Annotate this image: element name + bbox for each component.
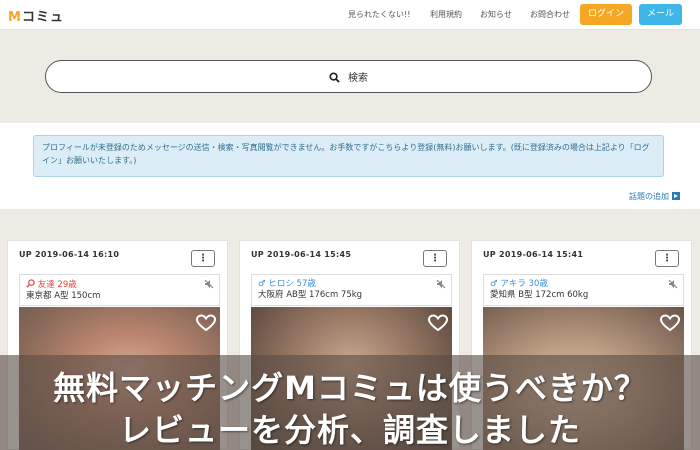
heart-icon[interactable] [660, 314, 680, 332]
banner-title-line1: 無料マッチングMコミュは使うべきか？ [53, 369, 647, 407]
profile-name: ヒロシ 57歳 [268, 279, 316, 289]
card-date: UP 2019-06-14 16:10 [19, 250, 120, 259]
search-bar[interactable]: 検索 [45, 60, 652, 93]
nav-link-contact[interactable]: お問合わせ [530, 9, 570, 20]
profile-name: 友達 29歳 [37, 280, 77, 290]
profile-summary[interactable]: ♂ アキラ 30歳 愛知県 B型 172cm 60kg [483, 274, 684, 306]
heart-icon[interactable] [428, 314, 448, 332]
profile-detail: 東京都 A型 150cm [26, 291, 101, 301]
profile-name-row: ♂ ヒロシ 57歳 [258, 279, 445, 290]
nav-link-private[interactable]: 見られたくない!! [348, 9, 410, 20]
profile-name: アキラ 30歳 [500, 279, 548, 289]
search-label: 検索 [348, 73, 368, 84]
male-icon: ♂ [490, 279, 498, 289]
logo-m: M [8, 10, 22, 25]
profile-summary[interactable]: ♂ ヒロシ 57歳 大阪府 AB型 176cm 75kg [251, 274, 452, 306]
main-content: プロフィールが未登録のためメッセージの送信・検索・写真閲覧ができません。お手数で… [0, 123, 700, 209]
arrow-right-icon [672, 192, 680, 200]
site-header: Mコミュ 見られたくない!! 利用規約 お知らせ お問合わせ ログイン メール [0, 0, 700, 30]
login-button[interactable]: ログイン [580, 4, 632, 25]
mute-icon[interactable] [436, 279, 446, 289]
card-date: UP 2019-06-14 15:41 [483, 250, 584, 259]
banner-title-line2: レビューを分析、調査しました [118, 411, 581, 449]
logo-text: コミュ [21, 10, 64, 25]
heart-icon[interactable] [196, 314, 216, 332]
nav-link-terms[interactable]: 利用規約 [430, 9, 462, 20]
mail-button[interactable]: メール [639, 4, 682, 25]
nav-link-news[interactable]: お知らせ [480, 9, 512, 20]
card-menu-button[interactable]: ⋮ [191, 250, 215, 267]
title-banner: 無料マッチングMコミュは使うべきか？ レビューを分析、調査しました [0, 355, 700, 450]
site-logo[interactable]: Mコミュ [8, 6, 64, 25]
profile-name-row: 友達 29歳 [26, 279, 213, 291]
card-date: UP 2019-06-14 15:45 [251, 250, 352, 259]
search-heart-icon [26, 279, 35, 288]
card-menu-button[interactable]: ⋮ [655, 250, 679, 267]
add-topic-link[interactable]: 話題の追加 [629, 191, 680, 202]
registration-notice: プロフィールが未登録のためメッセージの送信・検索・写真閲覧ができません。お手数で… [33, 135, 664, 177]
mute-icon[interactable] [668, 279, 678, 289]
profile-name-row: ♂ アキラ 30歳 [490, 279, 677, 290]
profile-detail: 愛知県 B型 172cm 60kg [490, 290, 589, 300]
card-menu-button[interactable]: ⋮ [423, 250, 447, 267]
profile-summary[interactable]: 友達 29歳 東京都 A型 150cm [19, 274, 220, 306]
add-topic-label: 話題の追加 [629, 192, 669, 201]
mute-icon[interactable] [204, 279, 214, 289]
profile-detail: 大阪府 AB型 176cm 75kg [258, 290, 363, 300]
male-icon: ♂ [258, 279, 266, 289]
search-icon [329, 72, 340, 83]
